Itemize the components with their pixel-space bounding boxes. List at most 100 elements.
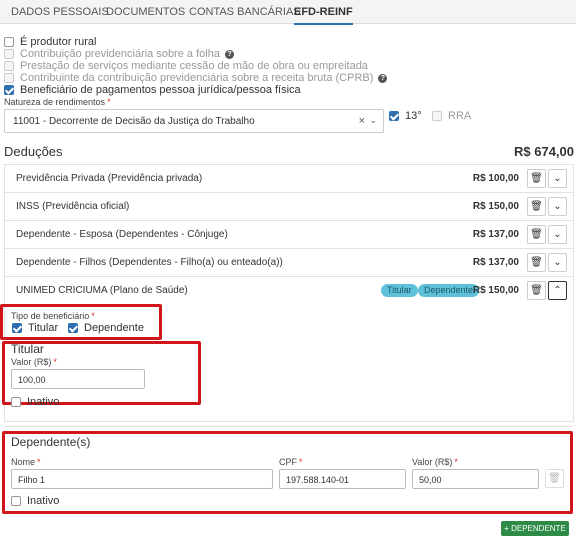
required-marker: *	[37, 457, 41, 467]
required-marker: *	[454, 457, 458, 467]
natureza-label-text: Natureza de rendimentos	[4, 97, 106, 107]
dep-cpf-input[interactable]: 197.588.140-01	[279, 469, 406, 489]
checkbox-box	[4, 49, 14, 59]
checkbox-13[interactable]: 13°	[389, 110, 422, 122]
checkbox-dependente[interactable]: Dependente	[68, 322, 144, 334]
titular-valor-input[interactable]: 100,00	[11, 369, 145, 389]
badge-dependente: Dependente	[418, 284, 480, 297]
titular-valor-text: Valor (R$)	[11, 357, 52, 367]
checkbox-label: Inativo	[27, 495, 60, 507]
deducao-desc: INSS (Previdência oficial)	[16, 201, 130, 212]
checkbox-box[interactable]	[68, 323, 78, 333]
list-item: Dependente - Filhos (Dependentes - Filho…	[5, 249, 573, 277]
natureza-label: Natureza de rendimentos *	[4, 97, 111, 107]
checkbox-label: RRA	[448, 110, 472, 122]
checkbox-label: Contribuinte da contribuição previdenciá…	[20, 72, 374, 84]
list-item: Previdência Privada (Previdência privada…	[5, 165, 573, 193]
dep-nome-label: Nome *	[11, 457, 41, 467]
chevron-up-icon[interactable]: ⌃	[548, 281, 567, 300]
dep-valor-input[interactable]: 50,00	[412, 469, 539, 489]
checkbox-box[interactable]	[389, 111, 399, 121]
badge-titular: Titular	[381, 284, 418, 297]
trash-icon: 🗑	[545, 469, 564, 488]
trash-icon[interactable]: 🗑	[527, 225, 546, 244]
deducao-desc: Previdência Privada (Previdência privada…	[16, 173, 203, 184]
checkbox-label: Dependente	[84, 322, 144, 334]
deducao-desc: Dependente - Esposa (Dependentes - Cônju…	[16, 229, 228, 240]
checkbox-label: Beneficiário de pagamentos pessoa jurídi…	[20, 84, 301, 96]
deducao-value: R$ 137,00	[472, 257, 519, 268]
list-item: INSS (Previdência oficial) R$ 150,00 🗑 ⌄	[5, 193, 573, 221]
titular-title: Titular	[11, 342, 44, 356]
help-icon[interactable]: ?	[378, 73, 388, 83]
trash-icon[interactable]: 🗑	[527, 197, 546, 216]
required-marker: *	[107, 97, 111, 107]
deducoes-list: Previdência Privada (Previdência privada…	[4, 164, 574, 306]
checkbox-box[interactable]	[11, 397, 21, 407]
dep-nome-text: Nome	[11, 457, 36, 467]
chevron-down-icon[interactable]: ⌄	[369, 115, 377, 126]
tab-efd-reinf[interactable]: EFD-REINF	[294, 6, 353, 25]
required-marker: *	[91, 311, 95, 321]
checkbox-produtor-rural[interactable]: É produtor rural	[4, 36, 96, 48]
required-marker: *	[53, 357, 57, 367]
dep-nome-input[interactable]: Filho 1	[11, 469, 273, 489]
titular-valor-label: Valor (R$) *	[11, 357, 57, 367]
checkbox-box[interactable]	[12, 323, 22, 333]
checkbox-dep-inativo[interactable]: Inativo	[11, 495, 59, 507]
dep-cpf-text: CPF	[279, 457, 297, 467]
tipo-beneficiario-text: Tipo de beneficiário	[11, 311, 90, 321]
deducao-value: R$ 150,00	[472, 201, 519, 212]
deducoes-title: Deduções	[4, 144, 63, 159]
chevron-down-icon[interactable]: ⌄	[548, 253, 567, 272]
tab-dados-pessoais[interactable]: DADOS PESSOAIS	[11, 6, 109, 18]
checkbox-box	[4, 61, 14, 71]
deducao-value: R$ 150,00	[472, 285, 519, 296]
dep-valor-label: Valor (R$) *	[412, 457, 458, 467]
trash-icon[interactable]: 🗑	[527, 281, 546, 300]
checkbox-rra[interactable]: RRA	[432, 110, 471, 122]
trash-icon[interactable]: 🗑	[527, 253, 546, 272]
chevron-down-icon[interactable]: ⌄	[548, 197, 567, 216]
deducoes-total: R$ 674,00	[514, 144, 574, 159]
checkbox-box[interactable]	[4, 85, 14, 95]
dep-cpf-label: CPF *	[279, 457, 303, 467]
checkbox-label: É produtor rural	[20, 36, 97, 48]
checkbox-box[interactable]	[432, 111, 442, 121]
tipo-beneficiario-label: Tipo de beneficiário *	[11, 311, 95, 321]
chevron-down-icon[interactable]: ⌄	[548, 169, 567, 188]
checkbox-box[interactable]	[11, 496, 21, 506]
clear-icon[interactable]: ×	[359, 115, 365, 127]
required-marker: *	[299, 457, 303, 467]
checkbox-titular-inativo[interactable]: Inativo	[11, 396, 59, 408]
add-dependente-button[interactable]: + DEPENDENTE	[501, 521, 569, 536]
checkbox-label: Prestação de serviços mediante cessão de…	[20, 60, 368, 72]
dep-valor-text: Valor (R$)	[412, 457, 453, 467]
natureza-select[interactable]: 11001 - Decorrente de Decisão da Justiça…	[4, 109, 384, 133]
deducao-desc: Dependente - Filhos (Dependentes - Filho…	[16, 257, 283, 268]
deducao-value: R$ 137,00	[472, 229, 519, 240]
checkbox-titular[interactable]: Titular	[12, 322, 58, 334]
tab-bar: DADOS PESSOAIS DOCUMENTOS CONTAS BANCÁRI…	[0, 0, 576, 25]
chevron-down-icon[interactable]: ⌄	[548, 225, 567, 244]
checkbox-label: Inativo	[27, 396, 60, 408]
checkbox-box[interactable]	[4, 37, 14, 47]
checkbox-beneficiario-pagamentos[interactable]: Beneficiário de pagamentos pessoa jurídi…	[4, 84, 301, 96]
help-icon[interactable]: ?	[224, 49, 234, 59]
dependentes-title: Dependente(s)	[11, 435, 91, 449]
tab-documentos[interactable]: DOCUMENTOS	[106, 6, 185, 18]
tab-contas-bancarias[interactable]: CONTAS BANCÁRIAS	[189, 6, 301, 18]
deducao-value: R$ 100,00	[472, 173, 519, 184]
list-item: UNIMED CRICIUMA (Plano de Saúde) Titular…	[5, 277, 573, 305]
checkbox-label: Contribuição previdenciária sobre a folh…	[20, 48, 220, 60]
natureza-value: 11001 - Decorrente de Decisão da Justiça…	[13, 116, 255, 127]
checkbox-label: 13°	[405, 110, 422, 122]
deducao-desc: UNIMED CRICIUMA (Plano de Saúde)	[16, 285, 188, 296]
checkbox-cessao-mao-obra: Prestação de serviços mediante cessão de…	[4, 60, 368, 72]
checkbox-cprb: Contribuinte da contribuição previdenciá…	[4, 72, 388, 84]
list-item: Dependente - Esposa (Dependentes - Cônju…	[5, 221, 573, 249]
checkbox-contribuicao-folha: Contribuição previdenciária sobre a folh…	[4, 48, 234, 60]
checkbox-box	[4, 73, 14, 83]
trash-icon[interactable]: 🗑	[527, 169, 546, 188]
checkbox-label: Titular	[28, 322, 59, 334]
